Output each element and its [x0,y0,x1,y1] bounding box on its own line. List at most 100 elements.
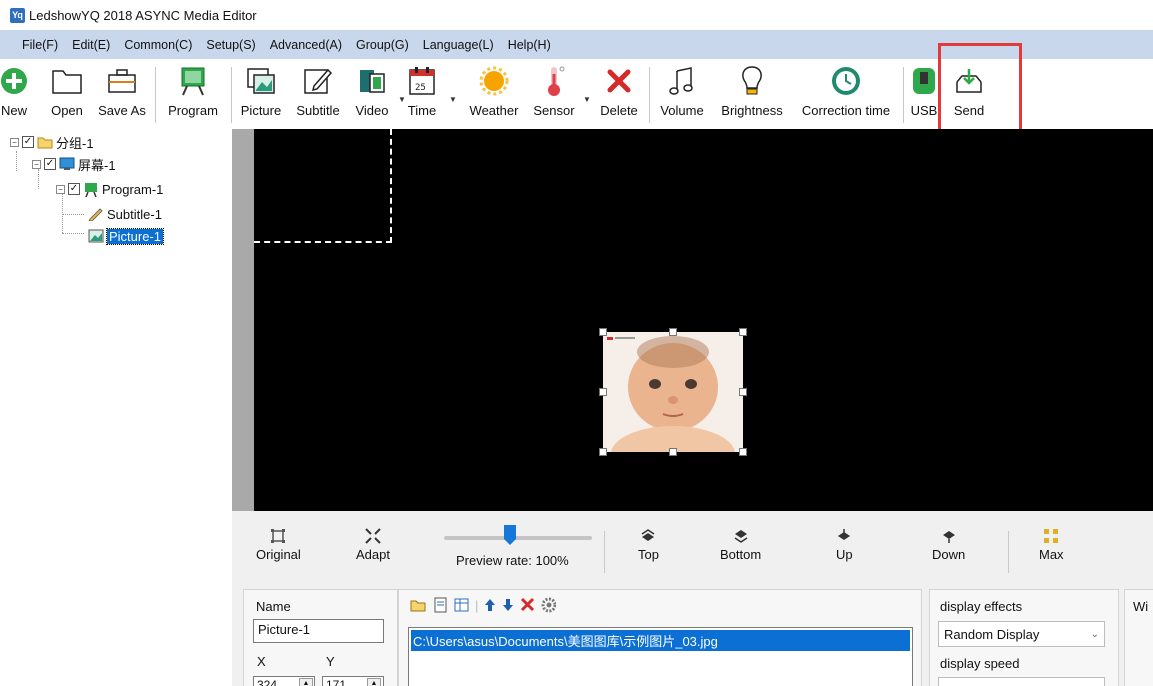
file-list[interactable]: C:\Users\asus\Documents\美图图库\示例图片_03.jpg [408,627,913,686]
tree-label-screen: 屏幕-1 [78,157,116,173]
folder-icon [37,137,53,148]
sensor-button[interactable]: Sensor [524,63,584,118]
subtitle-button[interactable]: Subtitle [288,63,348,118]
resize-handle[interactable] [739,388,747,396]
name-input[interactable]: Picture-1 [253,619,384,643]
max-button[interactable]: Max [1039,527,1064,562]
preview-rate-label: Preview rate: 100% [456,553,569,568]
file-row[interactable]: C:\Users\asus\Documents\美图图库\示例图片_03.jpg [411,630,910,651]
tree-item-picture[interactable]: Picture-1 [88,227,165,245]
tree-item-subtitle[interactable]: Subtitle-1 [88,205,162,223]
menu-common[interactable]: Common(C) [124,38,201,52]
resize-handle[interactable] [669,328,677,336]
tree-item-program[interactable]: − ✓ Program-1 [56,180,163,198]
resize-handle[interactable] [599,448,607,456]
preview-rate-track[interactable] [444,536,592,540]
collapse-toggle[interactable]: − [10,137,19,147]
program-button[interactable]: Program [160,63,226,118]
display-speed-label: display speed [940,656,1020,671]
toolbar-separator [1008,531,1009,573]
y-label: Y [326,654,335,669]
brightness-button[interactable]: Brightness [712,63,792,118]
tree-label-picture: Picture-1 [105,227,165,245]
top-button[interactable]: Top [638,527,659,562]
program-checkbox[interactable]: ✓ [68,183,80,195]
menu-group[interactable]: Group(G) [356,38,418,52]
resize-handle[interactable] [739,448,747,456]
preview-toolbar: Original Adapt Preview rate: 100% Top Bo… [232,511,1153,586]
display-effects-select[interactable]: Random Display ⌄ [938,621,1105,647]
x-stepper-up[interactable]: ▲ [299,678,313,686]
display-speed-select[interactable]: 16 [938,677,1105,686]
resize-handle[interactable] [599,388,607,396]
window-options-label: Wi [1133,599,1149,614]
original-button[interactable]: Original [256,527,301,562]
subtitle-region[interactable] [254,129,392,243]
picture-element[interactable] [603,332,743,452]
gear-icon[interactable] [541,597,557,613]
layer-top-icon [640,527,656,545]
easel-icon [177,63,209,99]
document-icon[interactable] [433,597,448,613]
menu-file[interactable]: File(F) [22,38,67,52]
video-icon [356,63,388,99]
chevron-down-icon: ⌄ [1090,628,1099,640]
usb-icon [909,63,939,99]
correction-time-button[interactable]: Correction time [798,63,894,118]
open-button[interactable]: Open [38,63,96,118]
layer-up-icon [836,527,852,545]
menu-language[interactable]: Language(L) [423,38,503,52]
clock-icon [829,63,863,99]
y-stepper-up[interactable]: ▲ [367,678,381,686]
picture-icon [88,229,104,243]
tree-label-subtitle: Subtitle-1 [107,206,162,222]
menu-advanced[interactable]: Advanced(A) [270,38,351,52]
volume-button[interactable]: Volume [652,63,712,118]
move-up-arrow-icon[interactable] [484,597,496,613]
tree-item-group[interactable]: − ✓ 分组-1 [10,133,94,151]
preview-rate-thumb[interactable] [504,525,516,545]
move-down-arrow-icon[interactable] [502,597,514,613]
resize-handle[interactable] [669,448,677,456]
tree-item-screen[interactable]: − ✓ 屏幕-1 [32,155,116,173]
resize-handle[interactable] [599,328,607,336]
menu-help[interactable]: Help(H) [508,38,560,52]
up-button[interactable]: Up [836,527,853,562]
close-icon[interactable] [520,597,535,613]
folder-icon [51,63,83,99]
save-as-button[interactable]: Save As [92,63,152,118]
pencil-icon [88,208,103,221]
collapse-toggle[interactable]: − [56,184,65,194]
delete-button[interactable]: Delete [590,63,648,118]
adapt-button[interactable]: Adapt [356,527,390,562]
menu-setup[interactable]: Setup(S) [206,38,264,52]
menu-edit[interactable]: Edit(E) [72,38,119,52]
weather-button[interactable]: Weather [462,63,526,118]
name-position-panel: Name Picture-1 X Y 324 ▲ 171 ▲ [243,589,398,686]
file-actions: | [410,597,557,613]
new-button[interactable]: New [0,63,36,118]
extra-panel: Wi [1124,589,1153,686]
properties-panel: Name Picture-1 X Y 324 ▲ 171 ▲ | C:\User… [232,586,1153,686]
thermometer-icon [538,63,570,99]
preview-canvas[interactable] [254,129,1153,511]
open-folder-icon[interactable] [410,597,427,613]
easel-icon [85,182,97,197]
close-icon [604,63,634,99]
picture-button[interactable]: Picture [232,63,290,118]
briefcase-icon [106,63,138,99]
time-button[interactable]: 25 Time [393,63,451,118]
collapse-toggle[interactable]: − [32,159,41,169]
group-checkbox[interactable]: ✓ [22,136,34,148]
screen-checkbox[interactable]: ✓ [44,158,56,170]
lightbulb-icon [737,63,767,99]
down-button[interactable]: Down [932,527,965,562]
table-icon[interactable] [454,597,469,613]
music-note-icon [667,63,697,99]
bottom-button[interactable]: Bottom [720,527,761,562]
usb-button[interactable]: USB [907,63,941,118]
toolbar-separator [155,67,156,123]
time-dropdown-caret[interactable]: ▼ [449,95,457,104]
add-icon [0,63,29,99]
resize-handle[interactable] [739,328,747,336]
